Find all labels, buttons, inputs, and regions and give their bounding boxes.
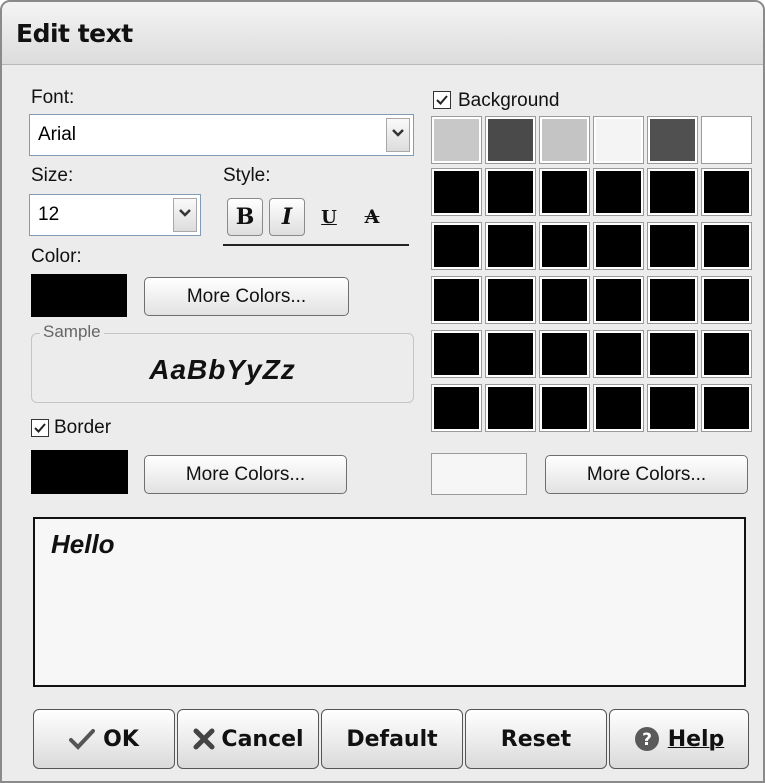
size-label: Size:: [31, 165, 74, 186]
underline-button[interactable]: U: [313, 198, 345, 236]
background-label: Background: [458, 90, 560, 111]
background-palette-swatch[interactable]: [593, 168, 644, 216]
background-palette-swatch[interactable]: [431, 330, 482, 378]
text-editor[interactable]: Hello: [33, 517, 746, 687]
svg-text:?: ?: [642, 730, 652, 750]
background-palette-swatch[interactable]: [593, 116, 644, 164]
text-color-swatch[interactable]: [31, 274, 127, 317]
border-label: Border: [54, 417, 112, 438]
background-palette-swatch[interactable]: [539, 222, 590, 270]
italic-button[interactable]: I: [269, 198, 305, 236]
bold-button[interactable]: B: [227, 198, 263, 236]
check-icon: [34, 423, 46, 433]
background-palette-swatch[interactable]: [647, 116, 698, 164]
background-palette-swatch[interactable]: [593, 222, 644, 270]
background-palette-swatch[interactable]: [647, 276, 698, 324]
background-palette-swatch[interactable]: [701, 168, 752, 216]
color-label: Color:: [31, 246, 82, 267]
ok-label: OK: [103, 726, 139, 752]
strikethrough-button[interactable]: A: [356, 198, 388, 236]
background-palette-swatch[interactable]: [701, 116, 752, 164]
background-palette-swatch[interactable]: [539, 168, 590, 216]
cancel-label: Cancel: [221, 726, 304, 752]
sample-text: AaBbYyZz: [149, 354, 296, 385]
check-icon: [69, 728, 96, 750]
sample-legend: Sample: [40, 322, 104, 342]
reset-button[interactable]: Reset: [465, 709, 607, 769]
background-palette-swatch[interactable]: [647, 330, 698, 378]
background-palette-swatch[interactable]: [431, 384, 482, 432]
background-palette-swatch[interactable]: [539, 330, 590, 378]
background-more-colors-button[interactable]: More Colors...: [545, 455, 748, 494]
style-label: Style:: [223, 165, 271, 186]
font-value: Arial: [38, 124, 77, 145]
background-palette-swatch[interactable]: [539, 116, 590, 164]
help-label: Help: [667, 726, 725, 752]
background-palette-swatch[interactable]: [701, 222, 752, 270]
editor-text: Hello: [51, 529, 115, 559]
background-palette-swatch[interactable]: [647, 168, 698, 216]
border-checkbox[interactable]: [31, 419, 49, 437]
background-palette-swatch[interactable]: [539, 276, 590, 324]
check-icon: [436, 95, 448, 105]
help-icon: ?: [634, 726, 660, 752]
background-palette-swatch[interactable]: [701, 330, 752, 378]
default-button[interactable]: Default: [321, 709, 463, 769]
font-label: Font:: [31, 87, 75, 108]
chevron-down-icon[interactable]: [386, 118, 410, 152]
font-select[interactable]: Arial: [29, 114, 414, 156]
help-button[interactable]: ? Help: [609, 709, 749, 769]
background-palette-swatch[interactable]: [431, 116, 482, 164]
background-palette-swatch[interactable]: [431, 222, 482, 270]
background-palette-swatch[interactable]: [647, 384, 698, 432]
background-checkbox[interactable]: [433, 91, 451, 109]
background-palette-swatch[interactable]: [593, 384, 644, 432]
style-toolbar: B I U A: [223, 194, 409, 246]
ok-button[interactable]: OK: [33, 709, 175, 769]
background-palette-swatch[interactable]: [431, 276, 482, 324]
chevron-down-icon[interactable]: [173, 198, 197, 232]
cancel-button[interactable]: Cancel: [177, 709, 319, 769]
background-color-swatch[interactable]: [431, 453, 527, 495]
background-palette-swatch[interactable]: [431, 168, 482, 216]
sample-group: Sample AaBbYyZz: [31, 322, 414, 403]
background-palette-swatch[interactable]: [485, 168, 536, 216]
background-palette-swatch[interactable]: [485, 330, 536, 378]
background-palette-swatch[interactable]: [647, 222, 698, 270]
text-more-colors-button[interactable]: More Colors...: [144, 277, 349, 316]
edit-text-dialog: Edit text Font: Arial Size: 12 Style: B …: [0, 0, 765, 783]
background-palette-swatch[interactable]: [701, 384, 752, 432]
background-palette-swatch[interactable]: [539, 384, 590, 432]
background-palette-swatch[interactable]: [485, 276, 536, 324]
size-value: 12: [38, 204, 60, 225]
title-bar: Edit text: [2, 2, 763, 65]
background-palette-swatch[interactable]: [485, 222, 536, 270]
background-palette-swatch[interactable]: [701, 276, 752, 324]
reset-label: Reset: [500, 726, 572, 752]
background-palette-swatch[interactable]: [485, 384, 536, 432]
window-title: Edit text: [16, 19, 133, 48]
size-select[interactable]: 12: [29, 194, 201, 236]
x-icon: [192, 727, 216, 751]
border-color-swatch[interactable]: [31, 450, 128, 494]
background-palette-swatch[interactable]: [593, 330, 644, 378]
border-more-colors-button[interactable]: More Colors...: [144, 455, 347, 494]
background-palette-swatch[interactable]: [593, 276, 644, 324]
default-label: Default: [346, 726, 438, 752]
background-palette-swatch[interactable]: [485, 116, 536, 164]
